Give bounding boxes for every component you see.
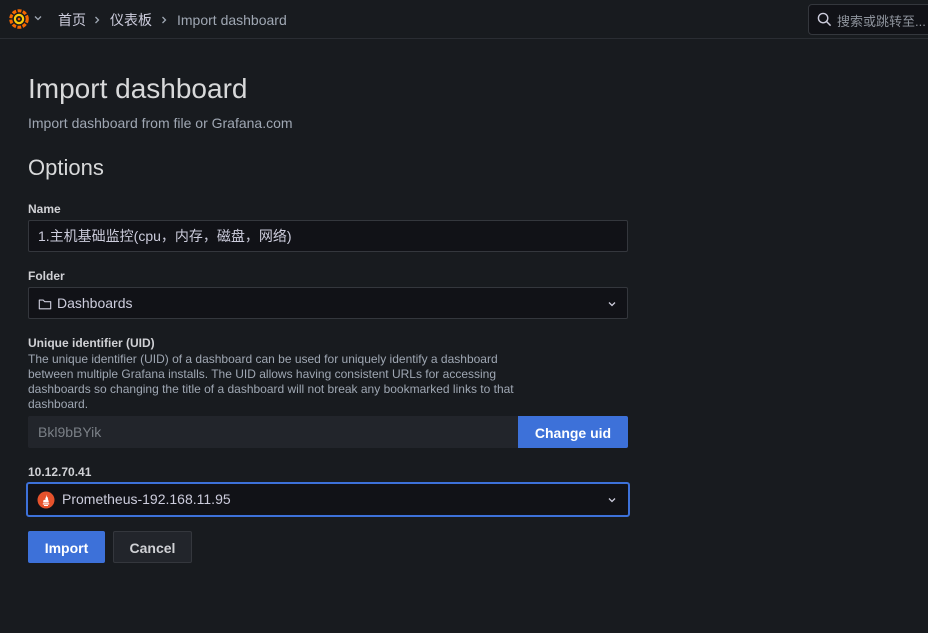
cancel-button[interactable]: Cancel: [113, 531, 192, 563]
prometheus-icon: [37, 491, 55, 509]
search-input[interactable]: 搜索或跳转至...: [808, 4, 928, 35]
page-subtitle: Import dashboard from file or Grafana.co…: [28, 115, 293, 131]
folder-value: Dashboards: [57, 295, 133, 311]
breadcrumb-current: Import dashboard: [177, 12, 287, 28]
breadcrumb-dashboards[interactable]: 仪表板: [110, 11, 152, 29]
folder-select[interactable]: Dashboards: [28, 287, 628, 319]
name-field[interactable]: 1.主机基础监控(cpu，内存，磁盘，网络): [28, 220, 628, 252]
datasource-select[interactable]: Prometheus-192.168.11.95: [26, 482, 630, 517]
folder-label: Folder: [28, 269, 65, 283]
datasource-label: 10.12.70.41: [28, 465, 92, 479]
chevron-down-icon: [608, 302, 616, 307]
uid-label: Unique identifier (UID): [28, 336, 155, 350]
uid-field: Bkl9bBYik: [28, 416, 518, 448]
name-value: 1.主机基础监控(cpu，内存，磁盘，网络): [38, 228, 292, 244]
top-navbar: 首页 仪表板 Import dashboard 搜索或跳转至...: [0, 0, 928, 39]
options-heading: Options: [28, 155, 104, 180]
uid-value: Bkl9bBYik: [38, 424, 102, 440]
chevron-down-icon: [608, 498, 616, 503]
chevron-right-icon: [162, 16, 167, 24]
import-button[interactable]: Import: [28, 531, 105, 563]
page-title: Import dashboard: [28, 73, 248, 104]
search-icon: [817, 12, 832, 27]
uid-description: The unique identifier (UID) of a dashboa…: [28, 352, 514, 411]
folder-icon: [38, 299, 52, 310]
name-label: Name: [28, 202, 61, 216]
change-uid-button[interactable]: Change uid: [518, 416, 628, 448]
breadcrumb-home[interactable]: 首页: [58, 11, 86, 29]
grafana-logo-icon[interactable]: [8, 8, 30, 30]
search-placeholder: 搜索或跳转至...: [837, 14, 926, 29]
chevron-down-icon[interactable]: [33, 13, 43, 23]
datasource-value: Prometheus-192.168.11.95: [62, 491, 231, 507]
chevron-right-icon: [95, 16, 100, 24]
